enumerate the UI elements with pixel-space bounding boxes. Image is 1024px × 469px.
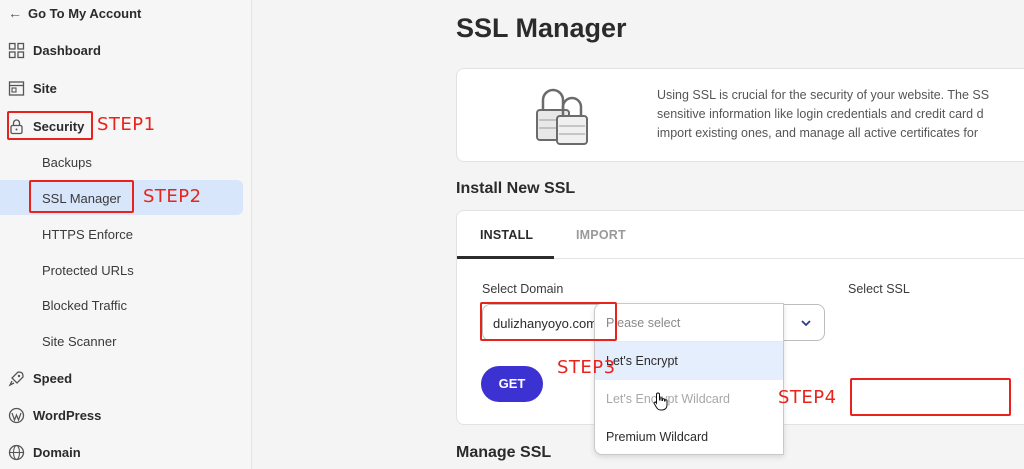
back-label: Go To My Account — [28, 5, 142, 21]
sidebar-item-wordpress[interactable]: WordPress — [8, 402, 101, 428]
hand-cursor-icon — [653, 392, 668, 411]
ssl-option-premium-wildcard[interactable]: Premium Wildcard — [595, 418, 783, 454]
tab-install[interactable]: INSTALL — [480, 228, 533, 242]
chevron-down-icon — [801, 320, 811, 327]
step2-highlight-box — [29, 180, 134, 213]
back-to-account-link[interactable]: ← Go To My Account — [8, 5, 141, 21]
ssl-info-text: Using SSL is crucial for the security of… — [657, 86, 1024, 143]
sidebar: ← Go To My Account Dashboard Site Securi… — [0, 0, 252, 469]
sidebar-subitem-site-scanner[interactable]: Site Scanner — [42, 334, 116, 349]
sidebar-item-site[interactable]: Site — [8, 75, 57, 101]
select-domain-label: Select Domain — [482, 282, 564, 296]
step1-label: STEP1 — [97, 114, 156, 135]
sidebar-item-label: Speed — [33, 370, 73, 386]
sidebar-item-label: Dashboard — [33, 42, 101, 58]
sidebar-item-label: WordPress — [33, 407, 102, 423]
install-tabs: INSTALL IMPORT — [457, 211, 1024, 259]
step1-highlight-box — [7, 111, 93, 140]
ssl-info-card: Using SSL is crucial for the security of… — [456, 68, 1024, 162]
sidebar-item-label: Site — [33, 80, 57, 96]
step4-label: STEP4 — [778, 387, 837, 408]
globe-icon — [8, 444, 25, 460]
page-title: SSL Manager — [456, 13, 627, 43]
step3-highlight-box — [480, 302, 617, 341]
info-line: import existing ones, and manage all act… — [657, 126, 978, 140]
select-ssl-label: Select SSL — [848, 282, 910, 296]
active-tab-indicator — [457, 256, 554, 259]
sidebar-subitem-backups[interactable]: Backups — [42, 155, 92, 170]
sidebar-subitem-protected-urls[interactable]: Protected URLs — [42, 263, 134, 278]
ssl-select-placeholder[interactable]: Please select — [595, 304, 783, 342]
info-line: sensitive information like login credent… — [657, 107, 984, 121]
step3-label: STEP3 — [557, 357, 616, 378]
sidebar-item-domain[interactable]: Domain — [8, 439, 81, 465]
sidebar-subitem-https-enforce[interactable]: HTTPS Enforce — [42, 227, 133, 242]
tab-import[interactable]: IMPORT — [576, 228, 626, 242]
sidebar-item-speed[interactable]: Speed — [8, 365, 72, 391]
dashboard-icon — [8, 42, 25, 58]
manage-ssl-heading: Manage SSL — [456, 444, 552, 461]
wordpress-icon — [8, 407, 25, 423]
padlocks-illustration-icon — [536, 88, 588, 145]
ssl-option-lets-encrypt-wildcard[interactable]: Let's Encrypt Wildcard — [595, 380, 783, 418]
get-button[interactable]: GET — [481, 366, 543, 402]
info-line: Using SSL is crucial for the security of… — [657, 88, 990, 102]
ssl-option-lets-encrypt[interactable]: Let's Encrypt — [595, 342, 783, 380]
ssl-select-dropdown[interactable]: Please select Let's Encrypt Let's Encryp… — [594, 303, 784, 455]
sidebar-subitem-blocked-traffic[interactable]: Blocked Traffic — [42, 298, 127, 313]
sidebar-item-label: Domain — [33, 444, 81, 460]
arrow-left-icon: ← — [8, 5, 22, 21]
site-icon — [8, 80, 25, 96]
step2-label: STEP2 — [143, 186, 202, 207]
install-ssl-heading: Install New SSL — [456, 180, 576, 197]
step4-highlight-box — [850, 378, 1011, 416]
sidebar-item-dashboard[interactable]: Dashboard — [8, 37, 101, 63]
rocket-icon — [8, 370, 24, 386]
